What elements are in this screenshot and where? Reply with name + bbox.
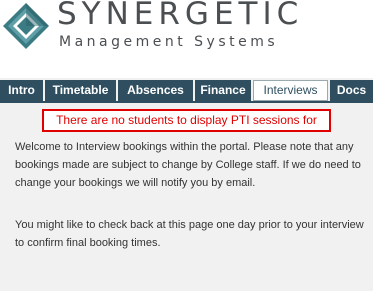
tab-underline — [0, 101, 373, 103]
brand-name: SYNERGETIC — [57, 0, 304, 32]
tab-docs[interactable]: Docs — [330, 80, 373, 101]
brand-tagline: Management Systems — [59, 34, 279, 50]
intro-paragraph: Welcome to Interview bookings within the… — [15, 141, 361, 189]
tab-absences[interactable]: Absences — [118, 80, 193, 101]
portal-header: SYNERGETIC Management Systems — [0, 0, 373, 78]
tab-intro[interactable]: Intro — [0, 80, 43, 101]
no-students-alert: There are no students to display PTI ses… — [42, 109, 331, 132]
tab-bar: Intro Timetable Absences Finance Intervi… — [0, 80, 373, 101]
diamond-logo-icon — [3, 3, 49, 49]
tab-timetable[interactable]: Timetable — [45, 80, 116, 101]
reminder-paragraph: You might like to check back at this pag… — [15, 219, 364, 249]
tab-finance[interactable]: Finance — [195, 80, 251, 101]
tab-interviews[interactable]: Interviews — [253, 80, 328, 101]
